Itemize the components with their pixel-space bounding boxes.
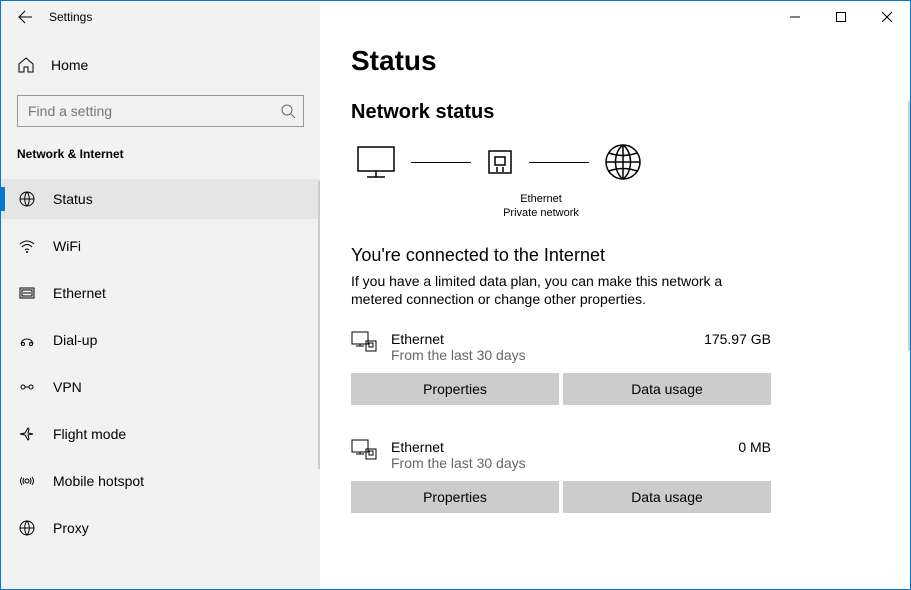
adapter-name: Ethernet	[391, 331, 690, 347]
sidebar-item-label: Proxy	[53, 520, 89, 536]
globe-icon	[603, 142, 643, 182]
adapter-usage: 0 MB	[738, 439, 771, 455]
network-diagram	[351, 142, 910, 182]
sidebar-item-label: Flight mode	[53, 426, 126, 442]
vpn-icon	[17, 378, 37, 396]
window-title: Settings	[49, 10, 92, 24]
adapter-period: From the last 30 days	[391, 347, 690, 363]
maximize-button[interactable]	[818, 1, 864, 33]
adapter-period: From the last 30 days	[391, 455, 724, 471]
home-icon	[17, 56, 35, 74]
network-device-icon	[485, 147, 515, 177]
back-arrow-icon	[17, 9, 33, 25]
wifi-icon	[17, 237, 37, 255]
adapter-usage: 175.97 GB	[704, 331, 771, 347]
close-icon	[882, 12, 892, 22]
adapter-icon	[351, 331, 377, 353]
data-usage-button[interactable]: Data usage	[563, 373, 771, 405]
sidebar-item-dialup[interactable]: Dial-up	[1, 320, 320, 360]
adapter-name: Ethernet	[391, 439, 724, 455]
sidebar-item-label: Status	[53, 191, 93, 207]
diagram-name: Ethernet	[441, 192, 641, 206]
content-scrollbar[interactable]	[908, 101, 910, 351]
minimize-icon	[790, 12, 800, 22]
maximize-icon	[836, 12, 846, 22]
close-button[interactable]	[864, 1, 910, 33]
sidebar-item-status[interactable]: Status	[1, 179, 320, 219]
sidebar-item-label: Ethernet	[53, 285, 106, 301]
sidebar-item-mobile-hotspot[interactable]: Mobile hotspot	[1, 461, 320, 501]
sidebar-item-label: WiFi	[53, 238, 81, 254]
content-area: Status Network status Ethernet Private n…	[321, 1, 910, 589]
sidebar: Home Network & Internet Status WiFi Ethe…	[1, 1, 321, 589]
properties-button[interactable]: Properties	[351, 373, 559, 405]
connected-title: You're connected to the Internet	[351, 245, 910, 266]
dialup-icon	[17, 331, 37, 349]
adapter-icon	[351, 439, 377, 461]
airplane-icon	[17, 425, 37, 443]
connection-line	[411, 162, 471, 163]
sidebar-item-wifi[interactable]: WiFi	[1, 226, 320, 266]
sidebar-item-ethernet[interactable]: Ethernet	[1, 273, 320, 313]
section-title: Network status	[351, 101, 910, 124]
home-label: Home	[51, 57, 88, 73]
diagram-network-type: Private network	[441, 206, 641, 220]
properties-button[interactable]: Properties	[351, 481, 559, 513]
sidebar-item-flight-mode[interactable]: Flight mode	[1, 414, 320, 454]
hotspot-icon	[17, 472, 37, 490]
connection-line	[529, 162, 589, 163]
sidebar-item-proxy[interactable]: Proxy	[1, 508, 320, 548]
ethernet-icon	[17, 284, 37, 302]
sidebar-item-label: VPN	[53, 379, 82, 395]
search-input[interactable]	[17, 95, 304, 127]
connected-description: If you have a limited data plan, you can…	[351, 272, 751, 310]
sidebar-item-label: Mobile hotspot	[53, 473, 144, 489]
titlebar: Settings	[1, 1, 910, 33]
sidebar-item-vpn[interactable]: VPN	[1, 367, 320, 407]
back-button[interactable]	[1, 1, 49, 33]
sidebar-scrollbar[interactable]	[318, 181, 320, 469]
data-usage-button[interactable]: Data usage	[563, 481, 771, 513]
adapter-row: Ethernet From the last 30 days 0 MB	[351, 439, 771, 471]
diagram-labels: Ethernet Private network	[441, 192, 641, 221]
adapter-row: Ethernet From the last 30 days 175.97 GB	[351, 331, 771, 363]
proxy-icon	[17, 519, 37, 537]
computer-icon	[355, 144, 397, 180]
page-title: Status	[351, 45, 910, 77]
search-icon	[280, 103, 296, 119]
sidebar-item-label: Dial-up	[53, 332, 97, 348]
home-link[interactable]: Home	[1, 45, 320, 85]
status-icon	[17, 190, 37, 208]
minimize-button[interactable]	[772, 1, 818, 33]
sidebar-section-label: Network & Internet	[1, 139, 320, 179]
